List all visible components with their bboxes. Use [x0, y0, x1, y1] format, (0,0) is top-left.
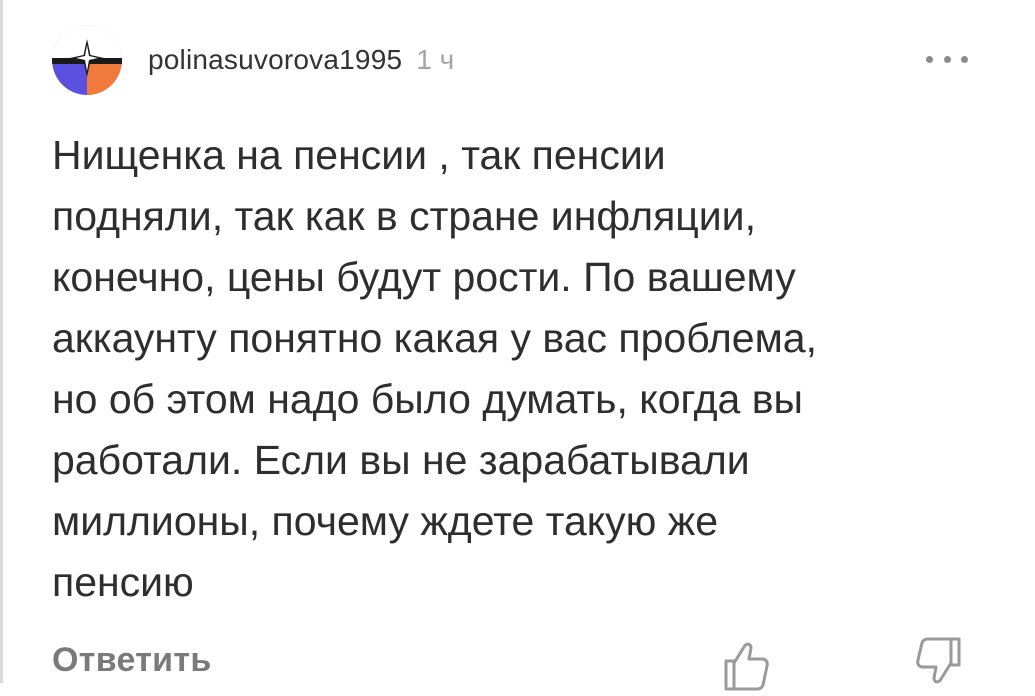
avatar[interactable] — [52, 25, 122, 95]
comment-line: работали. Если вы не зарабатывали — [52, 437, 750, 483]
comment-card: polinasuvorova1995 1 ч Нищенка на пенсии… — [52, 22, 972, 605]
comment-line: аккаунту понятно какая у вас проблема, — [52, 315, 817, 361]
more-horizontal-icon — [961, 55, 968, 63]
comment-line: Нищенка на пенсии , так пенсии — [52, 132, 666, 178]
more-horizontal-icon — [943, 55, 951, 63]
comment-line: пенсию — [52, 559, 194, 605]
comment-actions: Ответить — [52, 635, 967, 695]
comment-line: но об этом надо было думать, когда вы — [52, 376, 803, 422]
left-edge-divider — [0, 0, 3, 683]
comment-line: конечно, цены будут рости. По вашему — [52, 254, 796, 300]
more-horizontal-icon — [926, 55, 933, 63]
timestamp: 1 ч — [416, 44, 455, 75]
more-options-button[interactable] — [926, 44, 968, 74]
comment-header: polinasuvorova1995 1 ч — [52, 22, 972, 98]
comment-text: Нищенка на пенсии , так пенсии подняли, т… — [52, 125, 972, 613]
reply-button[interactable]: Ответить — [52, 641, 212, 680]
username[interactable]: polinasuvorova1995 — [148, 44, 402, 76]
comment-line: подняли, так как в стране инфляции, — [52, 193, 756, 239]
comment-line: миллионы, почему ждете такую же — [52, 498, 719, 544]
avatar-image — [52, 25, 122, 95]
